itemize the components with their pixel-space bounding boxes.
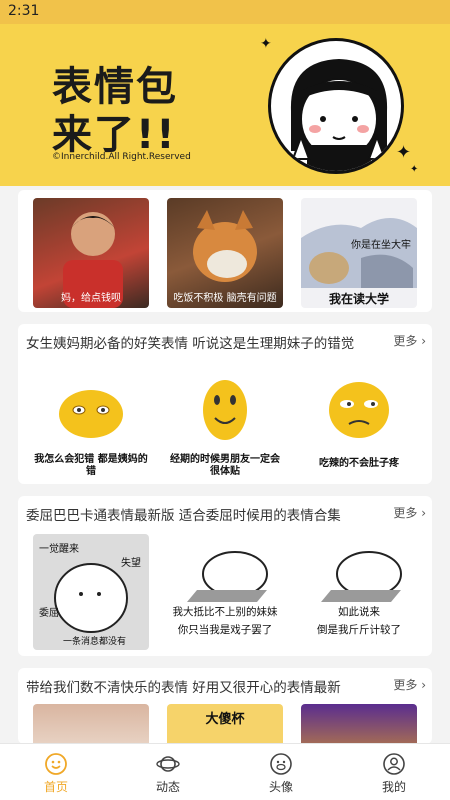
meme-text-3: 委屈 [39, 608, 59, 619]
meme-text-2: 失望 [121, 558, 141, 569]
meme-caption: 大傻杯 [205, 712, 245, 727]
hero-banner[interactable]: 表情包 来了!! ©Innerchild.All Right.Reserved … [0, 24, 450, 186]
meme-thumbnail[interactable]: 吃辣的不会肚子疼 [301, 366, 417, 478]
meme-thumbnail[interactable]: 你是在坐大牢 我在读大学 [301, 198, 417, 308]
meme-section-card[interactable]: 带给我们数不清快乐的表情 好用又很开心的表情最新 更多 › 大傻杯 [18, 668, 432, 744]
top-meme-row: 妈，给点钱呗 吃饭不积极 脑壳有问题 你是在坐大牢 我在读大学 [18, 190, 432, 312]
meme-thumbnail[interactable]: 妈，给点钱呗 [33, 198, 149, 308]
meme-thumbnail[interactable]: 我大抵比不上别的妹妹 你只当我是戏子罢了 [167, 534, 283, 650]
status-time: 2:31 [8, 3, 40, 19]
meme-thumbnail[interactable]: 我怎么会犯错 都是姨妈的错 [33, 366, 149, 478]
tab-label: 动态 [155, 780, 180, 794]
section-title: 委屈巴巴卡通表情最新版 适合委屈时候用的表情合集 [26, 508, 341, 524]
sparkle-icon: ✦ [396, 142, 412, 163]
meme-caption-line2: 倒是我斤斤计较了 [317, 624, 401, 636]
meme-caption: 妈，给点钱呗 [61, 293, 121, 304]
more-link[interactable]: 更多 › [393, 504, 426, 521]
meme-caption-line2: 你只当我是戏子罢了 [177, 624, 273, 636]
meme-section-card[interactable]: 委屈巴巴卡通表情最新版 适合委屈时候用的表情合集 更多 › 一觉醒来 失望 委屈… [18, 496, 432, 656]
meme-thumbnail[interactable] [301, 704, 417, 744]
meme-text-1: 一觉醒来 [39, 544, 79, 555]
meme-text-4: 一条消息都没有 [63, 637, 127, 647]
meme-section-card[interactable]: 女生姨妈期必备的好笑表情 听说这是生理期妹子的错觉 更多 › 我怎么会犯错 都是… [18, 324, 432, 484]
section-header[interactable]: 委屈巴巴卡通表情最新版 适合委屈时候用的表情合集 更多 › [18, 496, 432, 528]
meme-caption-top: 你是在坐大牢 [351, 240, 411, 251]
tab-feed[interactable]: 动态 [112, 744, 224, 800]
meme-thumbnail[interactable]: 如此说来 倒是我斤斤计较了 [301, 534, 417, 650]
meme-caption: 吃辣的不会肚子疼 [319, 458, 399, 469]
section-title: 女生姨妈期必备的好笑表情 听说这是生理期妹子的错觉 [26, 336, 355, 352]
status-bar: 2:31 [0, 0, 450, 24]
section-header[interactable]: 女生姨妈期必备的好笑表情 听说这是生理期妹子的错觉 更多 › [18, 324, 432, 356]
chevron-right-icon: › [421, 506, 426, 520]
meme-caption-line1: 我大抵比不上别的妹妹 [172, 606, 278, 618]
banner-copyright: ©Innerchild.All Right.Reserved [52, 152, 191, 162]
more-label: 更多 [393, 506, 418, 520]
meme-caption-line1: 如此说来 [338, 606, 380, 618]
meme-caption: 我怎么会犯错 都是姨妈的错 [34, 454, 148, 477]
more-link[interactable]: 更多 › [393, 676, 426, 693]
sparkle-icon: ✦ [410, 164, 419, 175]
planet-icon [156, 756, 180, 772]
meme-caption: 吃饭不积极 脑壳有问题 [173, 293, 277, 304]
meme-thumbnail[interactable]: 一觉醒来 失望 委屈 一条消息都没有 [33, 534, 149, 650]
meme-thumbnail[interactable] [33, 704, 149, 744]
smile-icon [45, 753, 67, 775]
tab-label: 我的 [381, 780, 406, 794]
chevron-right-icon: › [421, 334, 426, 348]
meme-thumbnail[interactable]: 大傻杯 [167, 704, 283, 744]
more-label: 更多 [393, 678, 418, 692]
monkey-face-icon [270, 753, 292, 775]
tab-label: 首页 [43, 780, 68, 794]
section-header[interactable]: 带给我们数不清快乐的表情 好用又很开心的表情最新 更多 › [18, 668, 432, 700]
tab-me[interactable]: 我的 [338, 744, 450, 800]
banner-cartoon-avatar [268, 38, 404, 174]
meme-thumbnail[interactable]: 经期的时候男朋友一定会 很体贴 [167, 366, 283, 478]
section-title: 带给我们数不清快乐的表情 好用又很开心的表情最新 [26, 680, 341, 696]
tab-home[interactable]: 首页 [0, 744, 112, 800]
meme-thumbnail[interactable]: 吃饭不积极 脑壳有问题 [167, 198, 283, 308]
bottom-tab-bar: 首页 动态 头像 我的 [0, 743, 450, 800]
meme-caption: 经期的时候男朋友一定会 很体贴 [170, 454, 280, 477]
user-icon [383, 753, 405, 775]
meme-caption-bottom: 我在读大学 [328, 292, 389, 306]
tab-label: 头像 [268, 780, 293, 794]
more-label: 更多 [393, 334, 418, 348]
tab-avatar[interactable]: 头像 [225, 744, 337, 800]
chevron-right-icon: › [421, 678, 426, 692]
sparkle-icon: ✦ [260, 36, 272, 52]
more-link[interactable]: 更多 › [393, 332, 426, 349]
